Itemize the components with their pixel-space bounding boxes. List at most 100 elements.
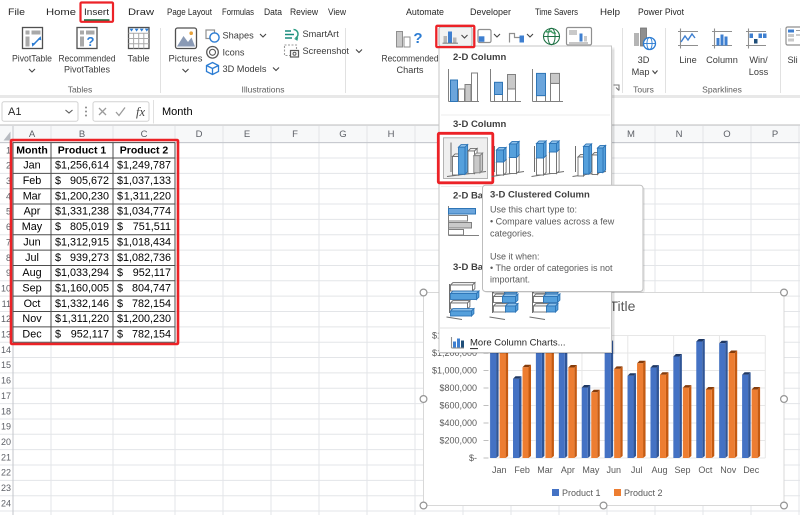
svg-text:Jul: Jul: [631, 465, 643, 475]
svg-text:B: B: [79, 129, 85, 140]
svg-text:More Column Charts...: More Column Charts...: [470, 337, 566, 348]
svg-text:$: $: [117, 298, 123, 310]
svg-text:Review: Review: [290, 7, 318, 18]
svg-text:$: $: [55, 221, 61, 233]
svg-text:Product 2: Product 2: [120, 144, 169, 156]
svg-text:Oct: Oct: [698, 465, 713, 475]
svg-text:Screenshot: Screenshot: [303, 46, 350, 56]
svg-text:1,082,736: 1,082,736: [123, 252, 171, 264]
svg-text:Use it when:: Use it when:: [490, 251, 540, 261]
svg-text:Aug: Aug: [652, 465, 668, 475]
svg-text:E: E: [244, 129, 250, 140]
svg-text:1,312,915: 1,312,915: [61, 236, 109, 248]
svg-text:Tables: Tables: [68, 85, 93, 95]
svg-text:1,160,005: 1,160,005: [61, 282, 109, 294]
svg-text:P: P: [772, 129, 778, 140]
svg-text:Automate: Automate: [406, 7, 444, 18]
svg-text:Developer: Developer: [470, 7, 511, 18]
svg-text:$: $: [55, 313, 61, 325]
svg-text:Product 1: Product 1: [562, 488, 601, 498]
svg-text:Mar: Mar: [23, 190, 42, 202]
svg-text:File: File: [8, 7, 25, 18]
svg-text:1,200,230: 1,200,230: [61, 190, 109, 202]
svg-text:?: ?: [87, 34, 95, 49]
svg-text:952,117: 952,117: [133, 267, 171, 279]
svg-text:PivotTable: PivotTable: [12, 54, 52, 64]
svg-text:$600,000: $600,000: [439, 401, 477, 411]
svg-text:• The order of categories is n: • The order of categories is not: [490, 263, 613, 273]
svg-text:Jun: Jun: [23, 236, 40, 248]
svg-text:Mar: Mar: [537, 465, 553, 475]
svg-text:Table: Table: [128, 54, 150, 64]
svg-text:Win/: Win/: [749, 55, 768, 65]
svg-text:Dec: Dec: [743, 465, 760, 475]
svg-text:$: $: [117, 267, 123, 279]
svg-text:1,200,230: 1,200,230: [123, 313, 171, 325]
svg-text:Formulas: Formulas: [222, 7, 254, 18]
svg-text:Illustrations: Illustrations: [242, 85, 285, 95]
svg-text:Sep: Sep: [22, 282, 41, 294]
svg-text:A1: A1: [8, 106, 21, 118]
svg-text:1,033,294: 1,033,294: [61, 267, 109, 279]
svg-text:Jul: Jul: [25, 252, 39, 264]
svg-text:Jun: Jun: [606, 465, 621, 475]
svg-text:$: $: [117, 190, 123, 202]
svg-text:19: 19: [1, 422, 11, 432]
svg-text:Feb: Feb: [514, 465, 530, 475]
svg-text:$1,000,000: $1,000,000: [432, 366, 477, 376]
svg-text:Product 1: Product 1: [58, 144, 107, 156]
svg-text:Dec: Dec: [22, 329, 42, 341]
svg-text:$: $: [55, 175, 61, 187]
svg-text:3-D Bar: 3-D Bar: [453, 262, 487, 273]
svg-text:$: $: [55, 252, 61, 264]
svg-text:Apr: Apr: [561, 465, 575, 475]
svg-text:939,273: 939,273: [70, 252, 109, 264]
svg-text:Recommended: Recommended: [382, 54, 439, 64]
svg-text:May: May: [582, 465, 600, 475]
svg-text:N: N: [676, 129, 683, 140]
svg-text:804,747: 804,747: [132, 282, 171, 294]
svg-text:Nov: Nov: [720, 465, 737, 475]
svg-text:782,154: 782,154: [132, 329, 171, 341]
svg-text:Insert: Insert: [84, 7, 109, 18]
svg-text:15: 15: [1, 360, 11, 370]
svg-text:SmartArt: SmartArt: [303, 29, 340, 39]
svg-text:Line: Line: [679, 55, 696, 65]
svg-text:D: D: [196, 129, 203, 140]
svg-text:Help: Help: [600, 7, 620, 18]
svg-text:Sli: Sli: [788, 55, 798, 65]
svg-text:fx: fx: [136, 105, 145, 119]
svg-text:View: View: [328, 7, 346, 18]
svg-text:A: A: [29, 129, 36, 140]
svg-text:F: F: [292, 129, 298, 140]
svg-text:1,037,133: 1,037,133: [123, 175, 171, 187]
svg-text:May: May: [22, 221, 43, 233]
svg-text:Loss: Loss: [749, 67, 769, 77]
svg-text:Map: Map: [632, 67, 650, 77]
svg-text:Recommended: Recommended: [59, 54, 116, 64]
svg-text:$-: $-: [469, 453, 477, 463]
svg-text:12: 12: [1, 314, 11, 324]
svg-text:C: C: [141, 129, 148, 140]
svg-text:• Compare values across a few: • Compare values across a few: [490, 216, 615, 226]
svg-text:16: 16: [1, 376, 11, 386]
svg-text:Oct: Oct: [24, 298, 41, 310]
svg-text:14: 14: [1, 345, 11, 355]
svg-text:Product 2: Product 2: [624, 488, 663, 498]
svg-text:805,019: 805,019: [70, 221, 109, 233]
svg-text:1,331,238: 1,331,238: [61, 206, 109, 218]
svg-text:Feb: Feb: [23, 175, 42, 187]
svg-text:1,332,146: 1,332,146: [61, 298, 109, 310]
svg-text:10: 10: [1, 283, 11, 293]
svg-text:Power Pivot: Power Pivot: [638, 7, 684, 18]
svg-text:$: $: [117, 329, 123, 341]
svg-text:11: 11: [2, 299, 11, 309]
svg-text:24: 24: [1, 498, 11, 508]
svg-text:Nov: Nov: [22, 313, 42, 325]
svg-text:important.: important.: [490, 274, 530, 284]
svg-text:1,018,434: 1,018,434: [123, 236, 171, 248]
svg-text:Use this chart type to:: Use this chart type to:: [490, 204, 577, 214]
svg-text:Month: Month: [16, 144, 48, 156]
svg-text:21: 21: [1, 452, 11, 462]
svg-text:3D: 3D: [638, 55, 650, 65]
